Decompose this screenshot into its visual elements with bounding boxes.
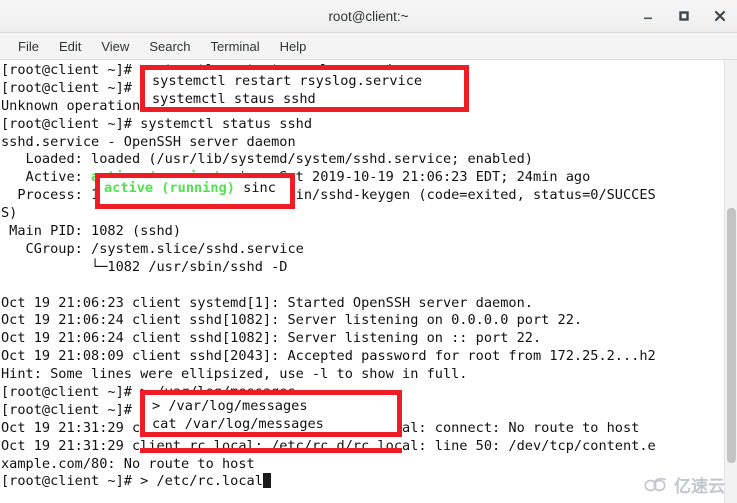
terminal-line: [root@client ~]# systemctl status sshd xyxy=(1,115,312,132)
minimize-icon[interactable] xyxy=(637,5,659,27)
highlight-status-active: active (running) xyxy=(104,180,235,196)
close-icon[interactable] xyxy=(709,5,731,27)
terminal-line: Oct 19 21:08:09 client sshd[2043]: Accep… xyxy=(1,348,656,365)
terminal-line: Main PID: 1082 (sshd) xyxy=(1,223,182,240)
menu-item-edit[interactable]: Edit xyxy=(49,37,91,56)
terminal-line: Loaded: loaded (/usr/lib/systemd/system/… xyxy=(1,151,533,168)
terminal-scrollbar[interactable] xyxy=(724,60,737,503)
menu-item-search[interactable]: Search xyxy=(139,37,200,56)
highlight-box-commands-top: systemctl restart rsyslog.service system… xyxy=(140,65,469,112)
highlight-line: active (running) sinc xyxy=(104,180,276,198)
menu-item-help[interactable]: Help xyxy=(270,37,317,56)
window-controls xyxy=(637,0,731,32)
highlight-status-suffix: sinc xyxy=(234,180,276,196)
maximize-icon[interactable] xyxy=(673,5,695,27)
terminal-line: xample.com/80: No route to host xyxy=(1,455,255,472)
title-bar: root@client:~ xyxy=(0,0,737,33)
highlight-box-active-status-content: active (running) sinc xyxy=(100,178,276,198)
highlight-line: systemctl staus sshd xyxy=(152,90,316,107)
terminal-line: Oct 19 21:06:23 client systemd[1]: Start… xyxy=(1,294,533,311)
terminal-line: └─1082 /usr/sbin/sshd -D xyxy=(1,258,288,275)
terminal-line: Oct 19 21:06:24 client sshd[1082]: Serve… xyxy=(1,330,542,347)
highlight-line: > /var/log/messages xyxy=(152,398,308,414)
menu-bar: File Edit View Search Terminal Help xyxy=(0,33,737,60)
highlight-box-commands-bottom: > /var/log/messages cat /var/log/message… xyxy=(140,390,402,437)
terminal-line: Hint: Some lines were ellipsized, use -l… xyxy=(1,366,468,383)
watermark: 亿速云 xyxy=(644,472,725,497)
highlight-box-commands-bottom-content: > /var/log/messages cat /var/log/message… xyxy=(145,395,324,432)
highlight-box-active-status: active (running) sinc xyxy=(95,173,295,209)
window-title: root@client:~ xyxy=(328,8,409,24)
highlight-line: systemctl restart rsyslog.service xyxy=(152,73,423,89)
watermark-text: 亿速云 xyxy=(674,477,725,497)
terminal-line-current: [root@client ~]# > /etc/rc.local xyxy=(1,473,724,491)
terminal-window: root@client:~ File Edit View Search Term… xyxy=(0,0,737,503)
menu-item-terminal[interactable]: Terminal xyxy=(201,37,270,56)
highlight-underline-hint xyxy=(140,448,402,453)
scrollbar-thumb[interactable] xyxy=(727,208,736,463)
text-cursor xyxy=(262,473,272,489)
terminal-body-wrap: [root@client ~]# systemctl restart rsysl… xyxy=(0,60,737,503)
status-prefix: Active: xyxy=(1,169,92,186)
highlight-box-commands-top-content: systemctl restart rsyslog.service system… xyxy=(145,70,423,107)
current-command-text: [root@client ~]# > /etc/rc.local xyxy=(1,473,263,490)
terminal-line: Oct 19 21:06:24 client sshd[1082]: Serve… xyxy=(1,312,583,329)
highlight-line: cat /var/log/messages xyxy=(152,415,324,432)
terminal-line: sshd.service - OpenSSH server daemon xyxy=(1,133,296,150)
terminal-line: CGroup: /system.slice/sshd.service xyxy=(1,240,304,257)
menu-item-view[interactable]: View xyxy=(91,37,139,56)
cloud-logo-icon xyxy=(644,477,666,492)
menu-item-file[interactable]: File xyxy=(8,37,49,56)
